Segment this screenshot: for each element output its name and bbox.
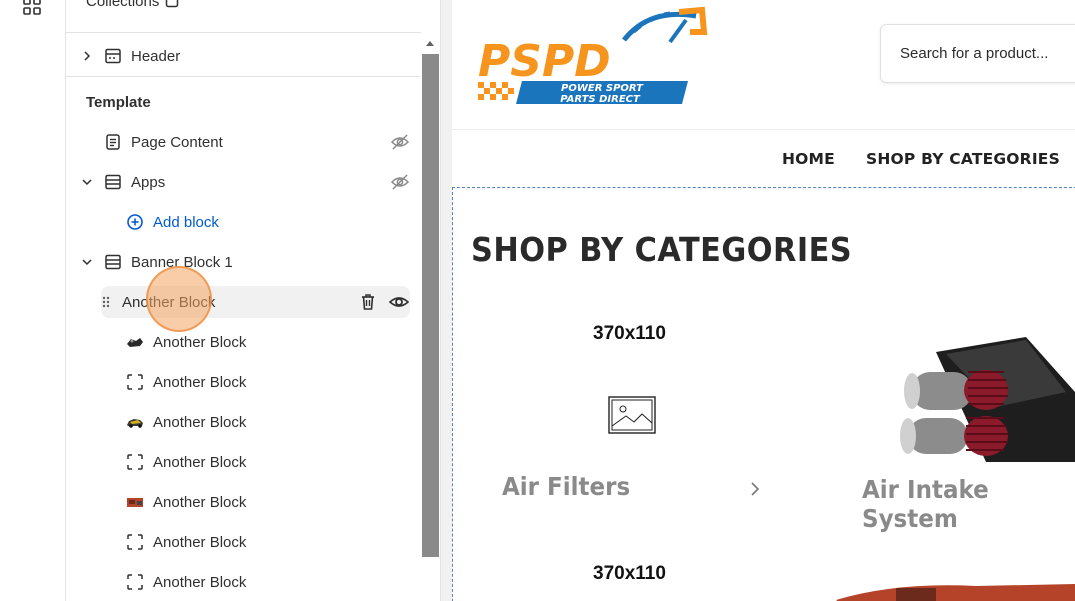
block-label: Another Block <box>153 373 247 391</box>
page-content-icon <box>106 134 120 150</box>
image-placeholder-icon <box>127 374 143 390</box>
block-item[interactable]: Another Block <box>126 326 410 358</box>
block-label: Another Block <box>153 493 247 511</box>
template-title: Template <box>86 94 151 111</box>
search-placeholder: Search for a product... <box>900 45 1049 62</box>
block-label: Another Block <box>153 573 247 591</box>
nav-shop-by-categories[interactable]: SHOP BY CATEGORIES <box>866 150 1060 168</box>
block-label: Another Block <box>153 413 247 431</box>
block-item[interactable]: Another Block <box>126 526 410 558</box>
image-placeholder-icon <box>127 574 143 590</box>
nav-home[interactable]: HOME <box>782 150 835 168</box>
logo-text: PSPD <box>478 36 611 87</box>
section-header[interactable]: Header <box>80 40 410 72</box>
image-size-label: 370x110 <box>593 323 666 344</box>
apps-label: Apps <box>131 173 166 191</box>
chevron-down-icon[interactable] <box>80 175 94 189</box>
block-item[interactable]: Another Block <box>126 406 410 438</box>
category-title[interactable]: Air Intake System <box>862 475 1058 533</box>
image-size-label: 370x110 <box>593 563 666 584</box>
section-apps[interactable]: Apps <box>80 166 410 198</box>
section-banner-block[interactable]: Banner Block 1 <box>80 246 410 278</box>
eye-hidden-icon[interactable] <box>390 172 410 192</box>
section-page-content[interactable]: Page Content <box>80 126 410 158</box>
app-rail <box>0 0 66 601</box>
drag-handle-icon[interactable] <box>101 295 111 309</box>
apps-section-icon <box>105 174 121 190</box>
block-label: Another Block <box>153 533 247 551</box>
trash-icon[interactable] <box>358 292 378 312</box>
block-label: Another Block <box>122 293 216 311</box>
eye-hidden-icon[interactable] <box>390 132 410 152</box>
logo-subtitle-1: POWER SPORT <box>561 83 644 94</box>
header-section-icon <box>105 48 121 64</box>
apps-grid-icon[interactable] <box>22 0 42 16</box>
block-item[interactable]: Another Block <box>126 366 410 398</box>
banner-label: Banner Block 1 <box>131 253 233 271</box>
chevron-right-icon[interactable] <box>80 49 94 63</box>
search-input[interactable]: Search for a product... <box>880 24 1075 83</box>
image-placeholder-icon <box>608 396 656 434</box>
block-item[interactable]: Another Block <box>126 486 410 518</box>
preview-gutter <box>441 0 452 601</box>
image-placeholder-icon <box>127 454 143 470</box>
store-logo[interactable]: PSPD POWER SPORT PARTS DIRECT <box>474 2 714 108</box>
divider <box>66 32 421 33</box>
header-label: Header <box>131 47 181 65</box>
logo-subtitle-2: PARTS DIRECT <box>560 94 641 105</box>
product-image <box>900 337 1075 462</box>
image-placeholder-icon <box>127 534 143 550</box>
divider <box>66 76 421 77</box>
collections-row[interactable]: Collections <box>86 0 179 12</box>
block-item[interactable]: Another Block <box>126 446 410 478</box>
eye-icon[interactable] <box>388 292 410 312</box>
block-thumbnail-icon <box>126 415 144 429</box>
add-block-button[interactable]: Add block <box>126 206 410 238</box>
block-thumbnail-icon <box>126 495 144 509</box>
store-header: PSPD POWER SPORT PARTS DIRECT Search for… <box>452 0 1075 130</box>
sections-panel: Collections Header Template Page Content… <box>66 0 441 601</box>
main-nav: HOME SHOP BY CATEGORIES <box>452 131 1075 188</box>
scrollbar-thumb[interactable] <box>422 54 439 557</box>
scroll-up-arrow-icon[interactable] <box>424 38 436 48</box>
block-item[interactable]: Another Block <box>126 566 410 598</box>
storefront-preview: PSPD POWER SPORT PARTS DIRECT Search for… <box>452 0 1075 601</box>
chevron-down-icon[interactable] <box>80 255 94 269</box>
chevron-right-icon[interactable] <box>748 480 762 498</box>
plus-circle-icon <box>127 214 143 230</box>
page-content-label: Page Content <box>131 133 223 151</box>
add-block-label: Add block <box>153 213 219 231</box>
block-item[interactable]: Another Block <box>101 286 410 318</box>
block-thumbnail-icon <box>126 335 144 349</box>
block-label: Another Block <box>153 333 247 351</box>
edit-icon[interactable] <box>165 0 179 8</box>
collections-label: Collections <box>86 0 160 10</box>
product-image <box>836 584 1075 601</box>
banner-section-icon <box>105 254 121 270</box>
section-heading: SHOP BY CATEGORIES <box>471 230 853 269</box>
category-title[interactable]: Air Filters <box>502 472 630 501</box>
block-label: Another Block <box>153 453 247 471</box>
